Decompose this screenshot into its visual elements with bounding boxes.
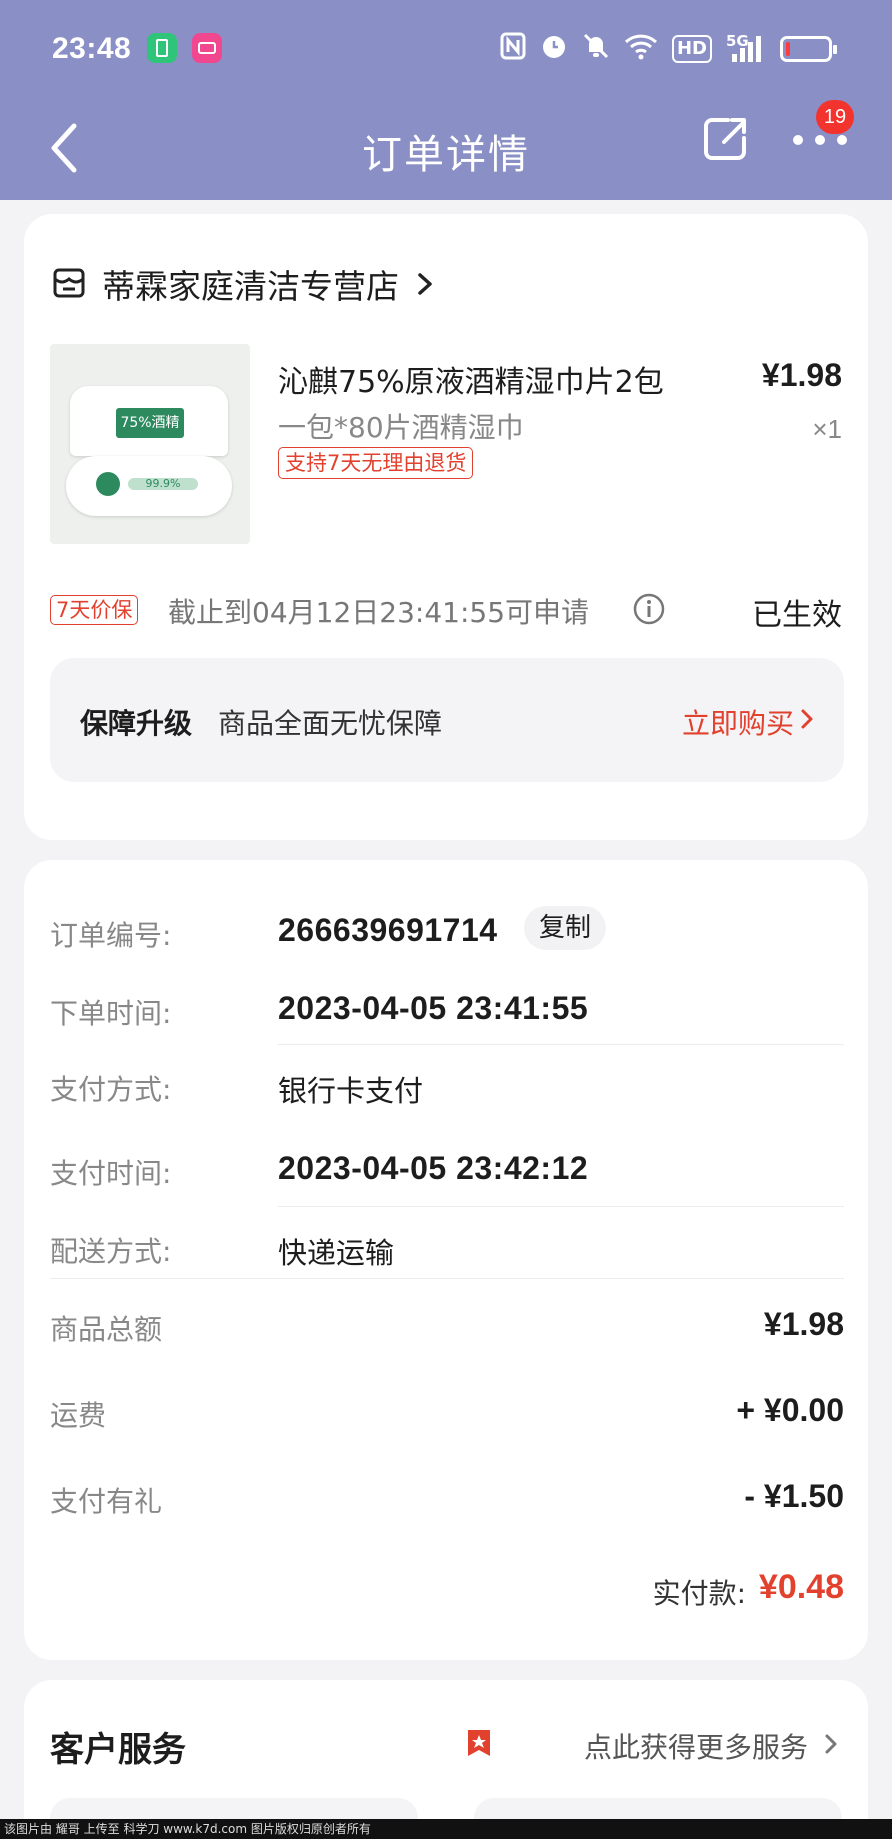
store-icon xyxy=(52,266,86,300)
watermark: 该图片由 耀哥 上传至 科学刀 www.k7d.com 图片版权归原创者所有 xyxy=(0,1819,892,1839)
shipping-label: 运费 xyxy=(50,1399,107,1432)
alarm-icon xyxy=(540,32,568,67)
battery-icon xyxy=(780,36,837,62)
paid-amount: ¥0.48 xyxy=(758,1568,844,1606)
price-protect-status: 已生效 xyxy=(752,598,842,633)
customer-service-title: 客户服务 xyxy=(50,1730,186,1770)
payment-method-label: 支付方式: xyxy=(50,1073,172,1106)
nfc-icon xyxy=(500,32,526,67)
status-bar: 23:48 HD 5G xyxy=(0,0,892,100)
payment-time: 2023-04-05 23:42:12 xyxy=(278,1150,589,1186)
wifi-icon xyxy=(624,32,658,67)
return-policy-tag: 支持7天无理由退货 xyxy=(278,447,474,479)
page-title: 订单详情 xyxy=(362,132,530,178)
goods-total-label: 商品总额 xyxy=(50,1313,163,1346)
buy-now-button[interactable]: 立即购买 xyxy=(682,702,794,742)
battery-saver-icon xyxy=(147,33,177,63)
upgrade-description: 商品全面无忧保障 xyxy=(218,707,443,740)
divider xyxy=(278,1206,844,1207)
pack-label: 75%酒精 xyxy=(116,408,184,438)
share-button[interactable] xyxy=(700,114,750,164)
paid-label: 实付款: xyxy=(652,1577,746,1610)
payment-method: 银行卡支付 xyxy=(278,1074,424,1108)
protection-upgrade-banner[interactable]: 保障升级 商品全面无忧保障 立即购买 xyxy=(50,658,844,782)
pack-percent: 99.9% xyxy=(128,478,198,490)
delivery-method: 快递运输 xyxy=(278,1236,395,1270)
hd-icon: HD xyxy=(671,35,712,63)
pay-gift-discount: - ¥1.50 xyxy=(744,1478,844,1514)
upgrade-title: 保障升级 xyxy=(80,707,193,740)
order-info-card: 订单编号: 266639691714 复制 下单时间: 2023-04-05 2… xyxy=(24,860,868,1660)
payment-time-label: 支付时间: xyxy=(50,1157,172,1190)
product-thumbnail[interactable]: 75%酒精 99.9% xyxy=(50,344,250,544)
chevron-right-icon[interactable] xyxy=(416,272,434,296)
order-number-label: 订单编号: xyxy=(50,919,172,952)
customer-service-card: 客户服务 点此获得更多服务 xyxy=(24,1680,868,1839)
nav-bar: 订单详情 xyxy=(0,100,892,200)
price-protect-tag: 7天价保 xyxy=(50,595,139,625)
wipes-pack-image: 99.9% xyxy=(66,456,232,516)
product-card: 蒂霖家庭清洁专营店 75%酒精 99.9% 沁麒75%原液酒精湿巾片2包 一包*… xyxy=(24,214,868,840)
copy-button[interactable]: 复制 xyxy=(524,906,606,950)
shipping-fee: + ¥0.00 xyxy=(736,1392,844,1428)
order-number: 266639691714 xyxy=(278,912,498,948)
shop-name[interactable]: 蒂霖家庭清洁专营店 xyxy=(102,260,399,308)
chevron-right-icon[interactable] xyxy=(824,1733,838,1755)
product-name[interactable]: 沁麒75%原液酒精湿巾片2包 xyxy=(278,357,664,401)
more-services-link[interactable]: 点此获得更多服务 xyxy=(584,1726,808,1766)
product-spec: 一包*80片酒精湿巾 xyxy=(278,411,524,444)
delivery-label: 配送方式: xyxy=(50,1235,172,1268)
mute-icon xyxy=(582,32,610,67)
price-protect-deadline: 截止到04月12日23:41:55可申请 xyxy=(168,596,590,629)
signal-icon: 5G xyxy=(726,32,766,64)
order-time: 2023-04-05 23:41:55 xyxy=(278,990,589,1026)
share-icon xyxy=(704,118,746,160)
pack-logo xyxy=(96,472,120,496)
status-time: 23:48 xyxy=(52,32,132,65)
pay-gift-label: 支付有礼 xyxy=(50,1485,163,1518)
order-time-label: 下单时间: xyxy=(50,997,172,1030)
wipes-pack-image: 75%酒精 xyxy=(70,386,228,456)
info-icon[interactable] xyxy=(632,592,666,626)
product-price: ¥1.98 xyxy=(761,357,842,393)
divider xyxy=(278,1044,844,1045)
product-quantity: ×1 xyxy=(812,414,842,444)
chevron-right-icon xyxy=(800,708,814,730)
shopping-app-icon xyxy=(192,33,222,63)
service-flag-icon xyxy=(466,1728,492,1758)
notification-badge: 19 xyxy=(816,100,854,134)
goods-total: ¥1.98 xyxy=(763,1306,844,1342)
divider xyxy=(50,1278,844,1279)
status-icons: HD 5G xyxy=(500,32,837,67)
